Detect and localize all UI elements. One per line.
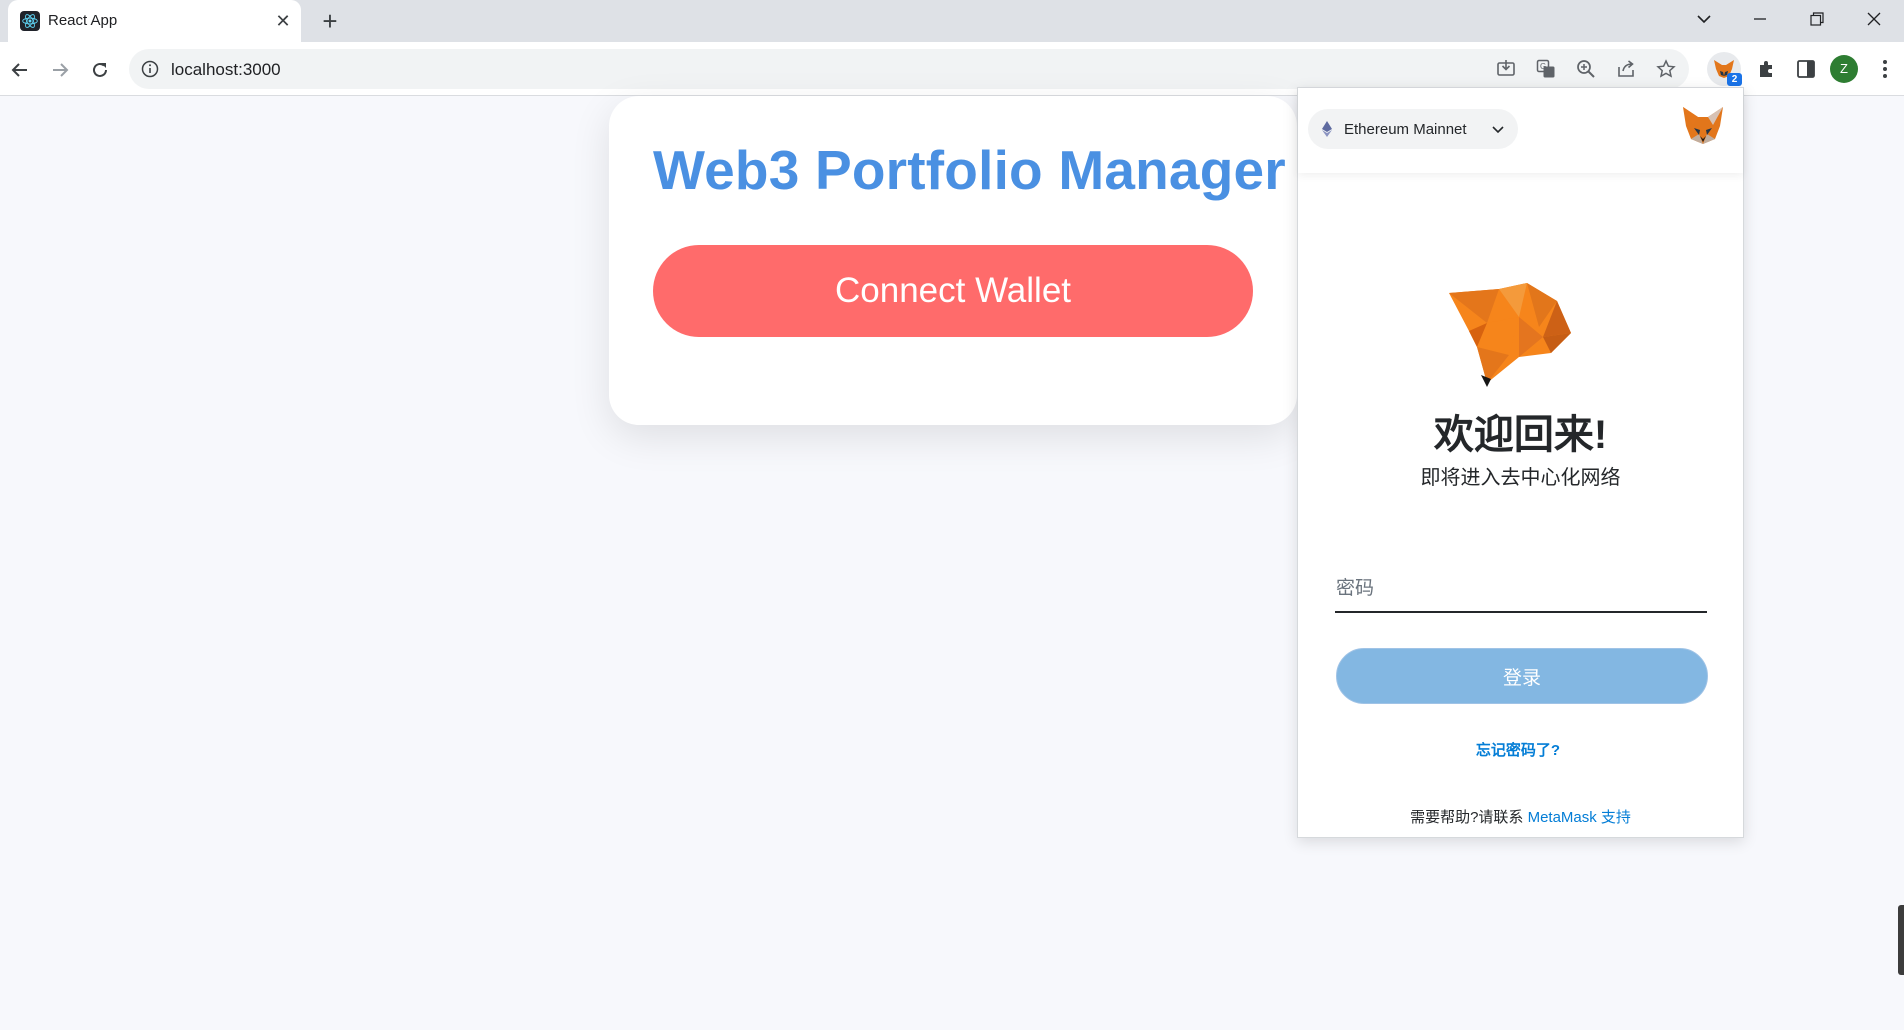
metamask-extension-icon[interactable]: 2: [1707, 52, 1742, 86]
tab-search-chevron-icon[interactable]: [1675, 0, 1732, 38]
welcome-subtitle: 即将进入去中心化网络: [1420, 467, 1621, 489]
browser-menu-icon[interactable]: [1870, 54, 1900, 84]
help-text: 需要帮助?请联系 MetaMask 支持: [1298, 806, 1743, 827]
metamask-popup: Ethereum Mainnet 欢迎回来! 即将进入去中心化网络 登录 忘记密…: [1297, 87, 1744, 838]
ethereum-icon: [1322, 121, 1332, 142]
restore-window-icon[interactable]: [1788, 0, 1845, 38]
close-tab-icon[interactable]: ✕: [273, 11, 293, 31]
new-tab-button[interactable]: +: [316, 8, 344, 36]
back-arrow-icon[interactable]: [4, 54, 36, 86]
password-field[interactable]: [1336, 576, 1707, 600]
metamask-header: Ethereum Mainnet: [1298, 88, 1743, 173]
forgot-password-link[interactable]: 忘记密码了?: [1298, 739, 1738, 760]
extension-badge: 2: [1727, 73, 1742, 86]
translate-icon[interactable]: G: [1531, 54, 1561, 84]
extensions-puzzle-icon[interactable]: [1751, 54, 1781, 84]
page-scroll-handle[interactable]: [1898, 905, 1904, 975]
zoom-icon[interactable]: [1571, 54, 1601, 84]
svg-text:G: G: [1540, 62, 1546, 71]
metamask-fox-logo-icon: [1681, 106, 1725, 151]
profile-avatar[interactable]: Z: [1830, 55, 1858, 83]
browser-tab[interactable]: React App ✕: [8, 0, 301, 42]
metamask-fox-illustration-icon: [1439, 271, 1579, 396]
share-icon[interactable]: [1611, 54, 1641, 84]
welcome-heading: 欢迎回来!: [1433, 413, 1608, 457]
page-title: Web3 Portfolio Manager: [653, 139, 1286, 201]
password-underline: [1335, 611, 1707, 613]
portfolio-card: Web3 Portfolio Manager Connect Wallet: [609, 96, 1297, 425]
address-bar[interactable]: localhost:3000: [129, 49, 1689, 89]
chevron-down-icon: [1491, 122, 1505, 141]
close-window-icon[interactable]: [1845, 0, 1902, 38]
reload-icon[interactable]: [84, 54, 116, 86]
login-button[interactable]: 登录: [1336, 648, 1708, 704]
url-text: localhost:3000: [171, 60, 281, 79]
network-selector[interactable]: Ethereum Mainnet: [1308, 109, 1518, 149]
tab-title: React App: [48, 12, 118, 29]
minimize-window-icon[interactable]: [1731, 0, 1788, 38]
connect-wallet-button[interactable]: Connect Wallet: [653, 245, 1253, 337]
site-info-icon[interactable]: [141, 60, 159, 78]
metamask-support-link[interactable]: MetaMask 支持: [1528, 809, 1631, 826]
forward-arrow-icon[interactable]: [44, 54, 76, 86]
react-favicon-icon: [20, 11, 40, 31]
bookmark-star-icon[interactable]: [1651, 54, 1681, 84]
side-panel-icon[interactable]: [1791, 54, 1821, 84]
help-prefix: 需要帮助?请联系: [1410, 809, 1528, 826]
tab-strip: React App ✕ +: [0, 0, 1904, 42]
network-label: Ethereum Mainnet: [1344, 121, 1467, 138]
install-app-icon[interactable]: [1491, 54, 1521, 84]
